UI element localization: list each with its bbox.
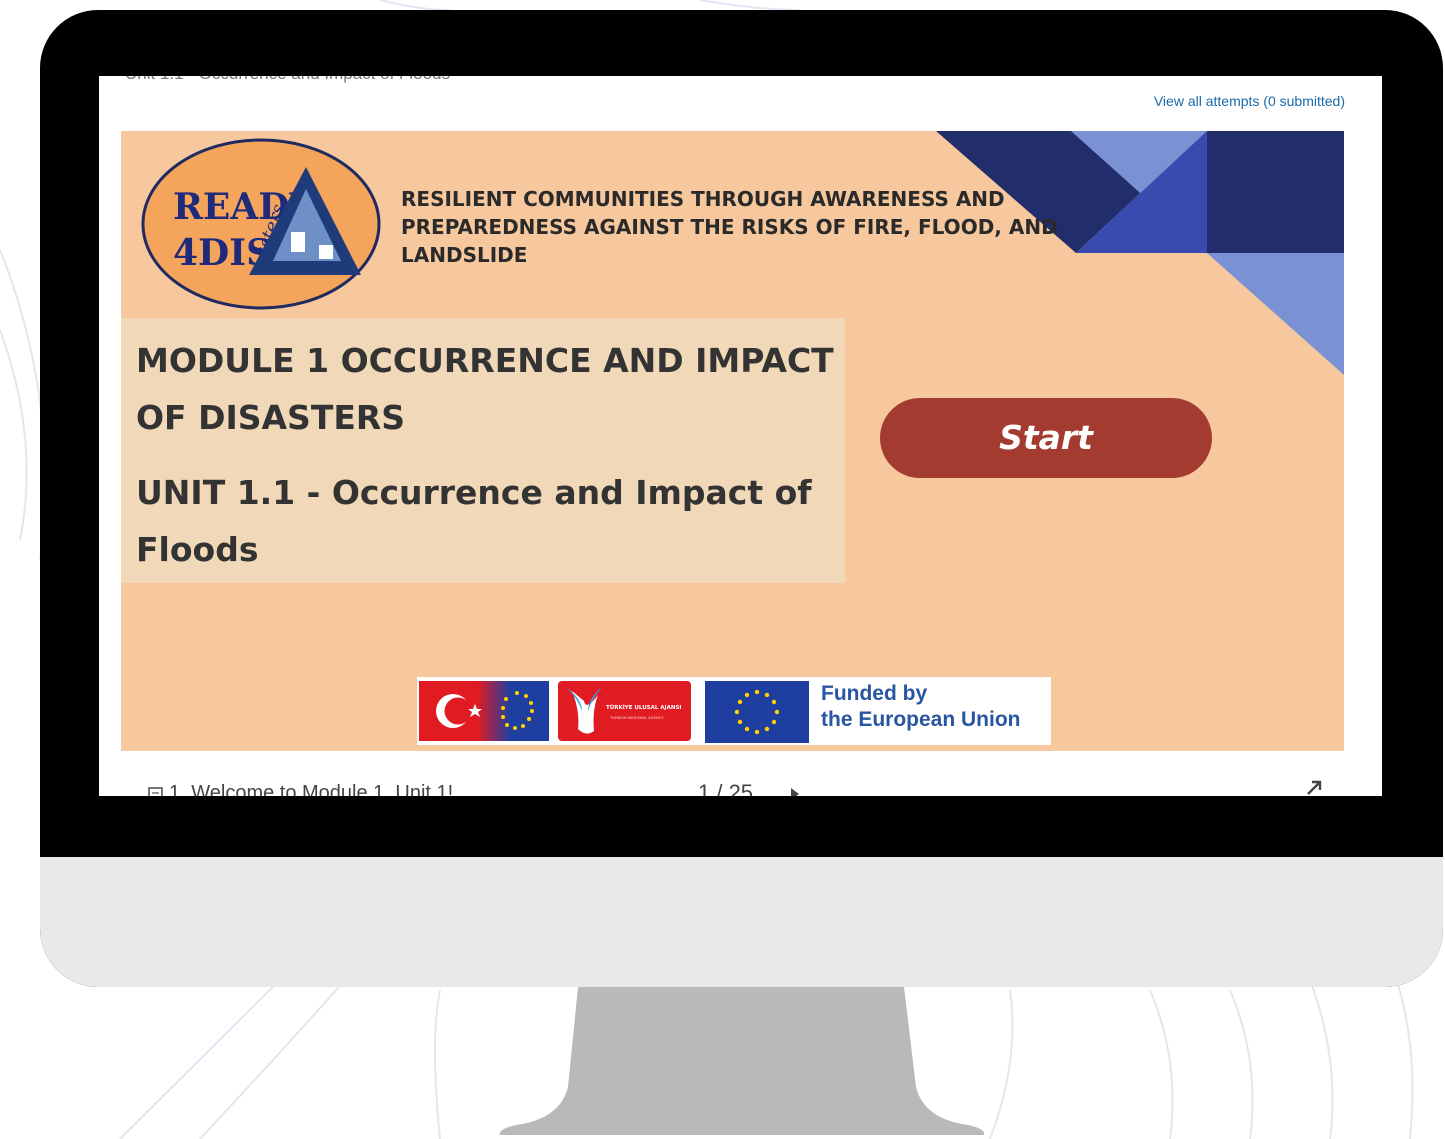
next-arrow-icon[interactable] [789,786,801,796]
turkey-eu-flag [419,681,549,741]
course-slide: READY 4DIS asters RESILIENT COMMUNITIES … [121,131,1344,751]
start-button[interactable]: Start [880,398,1212,478]
eu-flag [705,681,809,743]
funded-by-eu-text: Funded by the European Union [821,681,1051,733]
page-indicator: 1 / 25 [698,780,754,796]
fullscreen-icon[interactable] [1302,780,1322,796]
monitor-chin [40,857,1443,987]
module-title: MODULE 1 OCCURRENCE AND IMPACT OF DISAST… [136,341,834,437]
turkish-national-agency-logo: TÜRKİYE ULUSAL AJANSI TURKISH NATIONAL A… [558,681,691,741]
document-icon [148,787,163,796]
project-headline: RESILIENT COMMUNITIES THROUGH AWARENESS … [401,187,1058,267]
view-all-attempts-link[interactable]: View all attempts (0 submitted) [1154,93,1345,109]
svg-text:TÜRKİYE ULUSAL AJANSI: TÜRKİYE ULUSAL AJANSI [606,704,681,711]
monitor-stand [499,987,985,1135]
title-box: MODULE 1 OCCURRENCE AND IMPACT OF DISAST… [121,318,845,583]
funded-line-2: the European Union [821,708,1021,731]
navigation-bar: 1. Welcome to Module 1, Unit 1! 1 / 25 [121,776,1344,796]
funding-logos: TÜRKİYE ULUSAL AJANSI TURKISH NATIONAL A… [417,677,1051,745]
monitor-frame: Unit 1.1 - Occurrence and Impact of Floo… [40,10,1443,987]
funded-line-1: Funded by [821,682,928,705]
svg-text:TURKISH NATIONAL AGENCY: TURKISH NATIONAL AGENCY [609,715,664,720]
unit-title: UNIT 1.1 - Occurrence and Impact of Floo… [136,473,812,569]
ready4disasters-logo: READY 4DIS asters [141,138,381,310]
screen: Unit 1.1 - Occurrence and Impact of Floo… [99,76,1382,796]
page-heading-partial: Unit 1.1 - Occurrence and Impact of Floo… [125,76,450,84]
chapter-label[interactable]: 1. Welcome to Module 1, Unit 1! [169,782,453,796]
